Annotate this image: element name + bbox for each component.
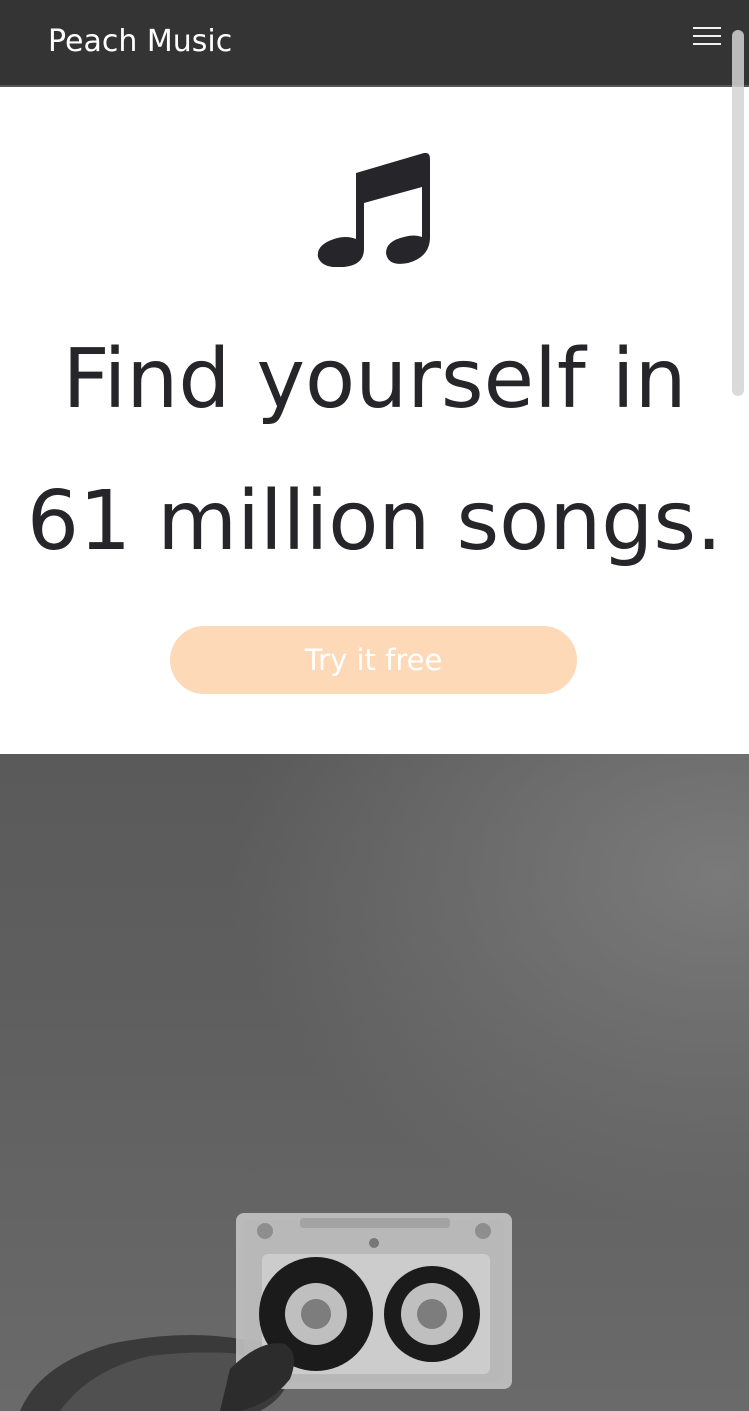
hero-headline: Find yourself in 61 million songs. (0, 309, 749, 593)
scrollbar-thumb[interactable] (732, 30, 744, 396)
navbar: Peach Music (0, 0, 749, 87)
headline-line-2: 61 million songs. (26, 474, 723, 569)
try-free-button[interactable]: Try it free (170, 626, 577, 694)
headline-line-1: Find yourself in (62, 332, 687, 427)
page: Peach Music Find yourself in 61 million … (0, 0, 749, 1411)
cassette-tape-in-hand-image (0, 754, 749, 1411)
cassette-photo-illustration (20, 1213, 512, 1411)
hero-section: Find yourself in 61 million songs. Try i… (0, 89, 749, 754)
music-note-icon (317, 153, 430, 267)
hamburger-menu-icon[interactable] (690, 22, 724, 50)
brand-link[interactable]: Peach Music (48, 24, 232, 59)
